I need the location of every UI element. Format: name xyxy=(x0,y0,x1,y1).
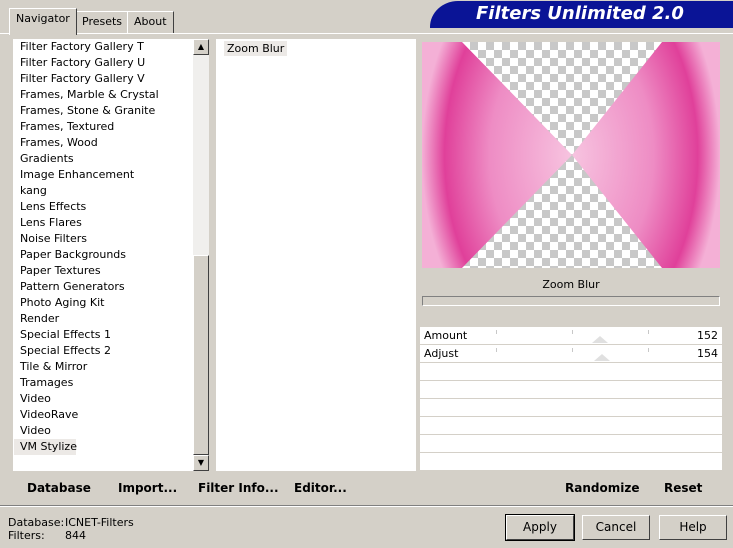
category-item[interactable]: Paper Backgrounds xyxy=(13,247,193,263)
slider-tick xyxy=(648,348,649,352)
category-item[interactable]: Lens Flares xyxy=(13,215,193,231)
randomize-button[interactable]: Randomize xyxy=(565,481,639,495)
slider-thumb[interactable] xyxy=(592,336,608,343)
category-scrollbar[interactable]: ▲ ▼ xyxy=(193,39,209,471)
filters-label: Filters: xyxy=(8,529,45,542)
category-item[interactable]: Filter Factory Gallery T xyxy=(13,39,193,55)
arrow-down-icon: ▼ xyxy=(197,458,205,467)
category-item[interactable]: Tramages xyxy=(13,375,193,391)
scroll-up-button[interactable]: ▲ xyxy=(193,39,209,55)
category-item[interactable]: Tile & Mirror xyxy=(13,359,193,375)
param-row-empty xyxy=(420,417,722,435)
slider-tick xyxy=(572,348,573,352)
category-item[interactable]: Photo Aging Kit xyxy=(13,295,193,311)
category-item[interactable]: Render xyxy=(13,311,193,327)
cancel-button[interactable]: Cancel xyxy=(582,515,650,540)
tab-navigator[interactable]: Navigator xyxy=(9,8,77,35)
category-item[interactable]: Filter Factory Gallery V xyxy=(13,71,193,87)
category-item[interactable]: Frames, Textured xyxy=(13,119,193,135)
category-item[interactable]: Pattern Generators xyxy=(13,279,193,295)
param-row-amount[interactable]: Amount 152 xyxy=(420,327,722,345)
scroll-down-button[interactable]: ▼ xyxy=(193,455,209,471)
param-row-empty xyxy=(420,453,722,471)
filter-list[interactable]: Zoom Blur xyxy=(216,39,416,471)
filter-info-button[interactable]: Filter Info... xyxy=(198,481,279,495)
category-item[interactable]: Image Enhancement xyxy=(13,167,193,183)
param-row-adjust[interactable]: Adjust 154 xyxy=(420,345,722,363)
import-button[interactable]: Import... xyxy=(118,481,177,495)
slider-tick xyxy=(648,330,649,334)
category-item[interactable]: Noise Filters xyxy=(13,231,193,247)
reset-button[interactable]: Reset xyxy=(664,481,702,495)
param-row-empty xyxy=(420,435,722,453)
category-item[interactable]: Frames, Stone & Granite xyxy=(13,103,193,119)
slider-thumb[interactable] xyxy=(594,354,610,361)
slider-tick xyxy=(496,330,497,334)
param-row-empty xyxy=(420,381,722,399)
category-item[interactable]: Video xyxy=(13,391,193,407)
tab-presets[interactable]: Presets xyxy=(75,11,130,33)
editor-button[interactable]: Editor... xyxy=(294,481,347,495)
filters-info: Filters: 844 xyxy=(8,529,86,542)
category-item[interactable]: VideoRave xyxy=(13,407,193,423)
category-item[interactable]: Frames, Marble & Crystal xyxy=(13,87,193,103)
param-value: 152 xyxy=(697,329,718,342)
param-row-empty xyxy=(420,399,722,417)
filters-count: 844 xyxy=(65,529,86,542)
category-item[interactable]: Special Effects 2 xyxy=(13,343,193,359)
tab-divider xyxy=(0,33,733,34)
category-item[interactable]: Special Effects 1 xyxy=(13,327,193,343)
param-value: 154 xyxy=(697,347,718,360)
app-title: Filters Unlimited 2.0 xyxy=(476,3,684,24)
database-value: ICNET-Filters xyxy=(65,516,134,529)
category-item[interactable]: kang xyxy=(13,183,193,199)
slider-tick xyxy=(572,330,573,334)
progress-bar xyxy=(422,296,720,306)
scrollbar-thumb[interactable] xyxy=(193,255,209,455)
category-item[interactable]: Lens Effects xyxy=(13,199,193,215)
category-item[interactable]: Filter Factory Gallery U xyxy=(13,55,193,71)
apply-button[interactable]: Apply xyxy=(505,514,575,541)
database-button[interactable]: Database xyxy=(27,481,91,495)
preview-image xyxy=(422,42,720,268)
param-label: Adjust xyxy=(424,347,459,360)
filter-item-zoom-blur[interactable]: Zoom Blur xyxy=(224,41,288,56)
database-label: Database: xyxy=(8,516,65,529)
param-label: Amount xyxy=(424,329,468,342)
param-row-empty xyxy=(420,363,722,381)
arrow-up-icon: ▲ xyxy=(197,42,205,51)
effect-name-label: Zoom Blur xyxy=(542,278,600,291)
parameter-panel: Amount 152 Adjust 154 xyxy=(420,327,722,471)
category-item[interactable]: Paper Textures xyxy=(13,263,193,279)
category-list[interactable]: Filter Factory Gallery T Filter Factory G… xyxy=(13,39,193,471)
help-button[interactable]: Help xyxy=(659,515,727,540)
category-item[interactable]: Frames, Wood xyxy=(13,135,193,151)
category-item[interactable]: VM Stylize xyxy=(14,439,77,455)
category-item[interactable]: Video xyxy=(13,423,193,439)
category-item[interactable]: Gradients xyxy=(13,151,193,167)
filter-preview xyxy=(422,42,720,268)
separator xyxy=(0,506,733,507)
slider-tick xyxy=(496,348,497,352)
database-info: Database: ICNET-Filters xyxy=(8,516,134,529)
tab-about[interactable]: About xyxy=(127,11,174,33)
